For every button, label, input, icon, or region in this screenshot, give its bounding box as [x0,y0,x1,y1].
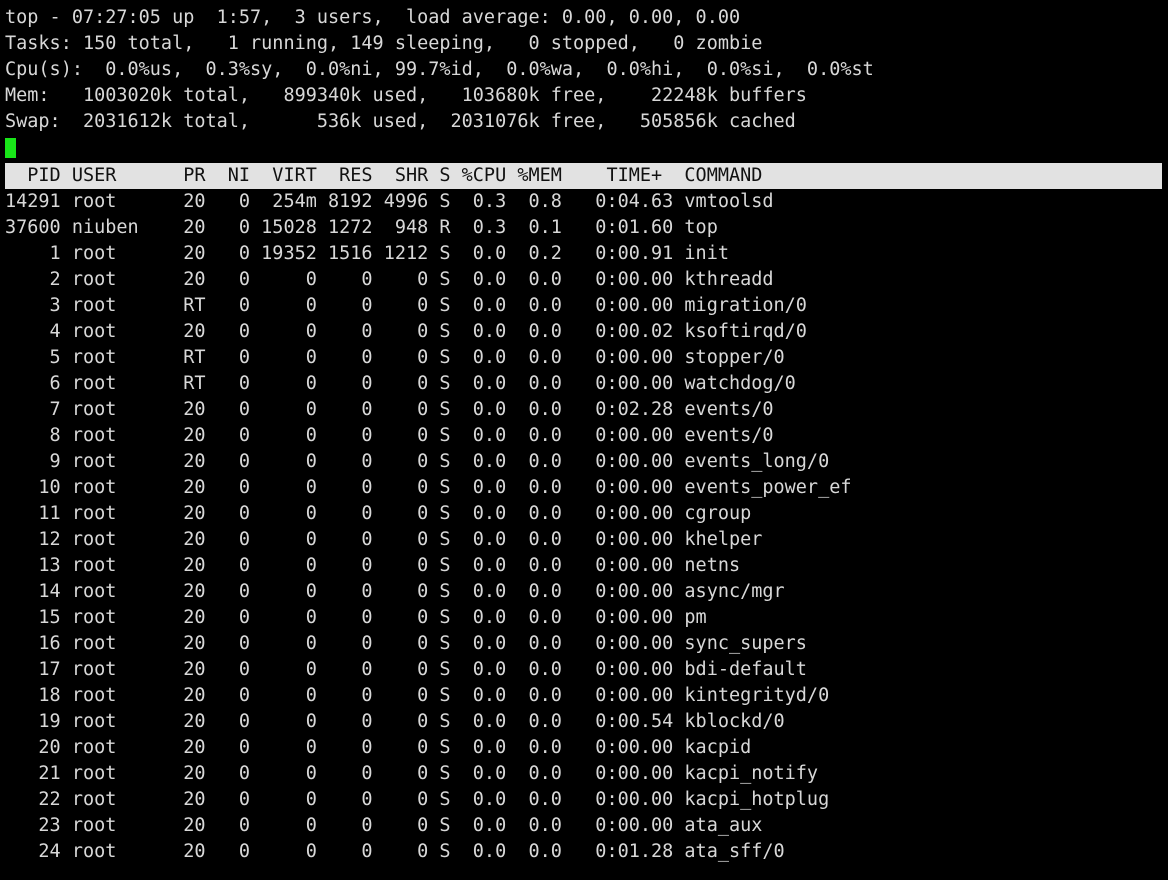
table-row: 16 root 20 0 0 0 0 S 0.0 0.0 0:00.00 syn… [5,633,807,654]
table-row: 3 root RT 0 0 0 0 S 0.0 0.0 0:00.00 migr… [5,295,807,316]
table-row: 7 root 20 0 0 0 0 S 0.0 0.0 0:02.28 even… [5,399,774,420]
table-row: 10 root 20 0 0 0 0 S 0.0 0.0 0:00.00 eve… [5,477,852,498]
top-summary-panel: top - 07:27:05 up 1:57, 3 users, load av… [5,5,1165,135]
swap-line: Swap: 2031612k total, 536k used, 2031076… [5,111,796,132]
text-cursor [5,138,16,158]
table-row: 1 root 20 0 19352 1516 1212 S 0.0 0.2 0:… [5,243,729,264]
table-row: 14 root 20 0 0 0 0 S 0.0 0.0 0:00.00 asy… [5,581,785,602]
table-row: 23 root 20 0 0 0 0 S 0.0 0.0 0:00.00 ata… [5,815,763,836]
table-row: 20 root 20 0 0 0 0 S 0.0 0.0 0:00.00 kac… [5,737,752,758]
table-row: 8 root 20 0 0 0 0 S 0.0 0.0 0:00.00 even… [5,425,774,446]
table-row: 19 root 20 0 0 0 0 S 0.0 0.0 0:00.54 kbl… [5,711,785,732]
table-row: 6 root RT 0 0 0 0 S 0.0 0.0 0:00.00 watc… [5,373,796,394]
terminal-cursor-row [5,135,16,161]
uptime-line: top - 07:27:05 up 1:57, 3 users, load av… [5,7,741,28]
table-row: 21 root 20 0 0 0 0 S 0.0 0.0 0:00.00 kac… [5,763,819,784]
table-row: 14291 root 20 0 254m 8192 4996 S 0.3 0.8… [5,191,774,212]
table-row: 9 root 20 0 0 0 0 S 0.0 0.0 0:00.00 even… [5,451,830,472]
terminal-window[interactable]: top - 07:27:05 up 1:57, 3 users, load av… [0,0,1168,880]
table-row: 4 root 20 0 0 0 0 S 0.0 0.0 0:00.02 ksof… [5,321,807,342]
table-row: 15 root 20 0 0 0 0 S 0.0 0.0 0:00.00 pm [5,607,707,628]
table-row: 11 root 20 0 0 0 0 S 0.0 0.0 0:00.00 cgr… [5,503,752,524]
table-row: 18 root 20 0 0 0 0 S 0.0 0.0 0:00.00 kin… [5,685,830,706]
table-row: 2 root 20 0 0 0 0 S 0.0 0.0 0:00.00 kthr… [5,269,774,290]
table-row: 13 root 20 0 0 0 0 S 0.0 0.0 0:00.00 net… [5,555,741,576]
mem-line: Mem: 1003020k total, 899340k used, 10368… [5,85,807,106]
table-row: 37600 niuben 20 0 15028 1272 948 R 0.3 0… [5,217,718,238]
process-table-body: 14291 root 20 0 254m 8192 4996 S 0.3 0.8… [5,189,1165,865]
table-row: 24 root 20 0 0 0 0 S 0.0 0.0 0:01.28 ata… [5,841,785,862]
tasks-line: Tasks: 150 total, 1 running, 149 sleepin… [5,33,763,54]
table-row: 12 root 20 0 0 0 0 S 0.0 0.0 0:00.00 khe… [5,529,763,550]
table-row: 22 root 20 0 0 0 0 S 0.0 0.0 0:00.00 kac… [5,789,830,810]
process-table: PID USER PR NI VIRT RES SHR S %CPU %MEM … [5,163,1165,865]
cpu-line: Cpu(s): 0.0%us, 0.3%sy, 0.0%ni, 99.7%id,… [5,59,874,80]
process-table-header: PID USER PR NI VIRT RES SHR S %CPU %MEM … [5,163,1162,189]
table-row: 17 root 20 0 0 0 0 S 0.0 0.0 0:00.00 bdi… [5,659,807,680]
table-row: 5 root RT 0 0 0 0 S 0.0 0.0 0:00.00 stop… [5,347,785,368]
